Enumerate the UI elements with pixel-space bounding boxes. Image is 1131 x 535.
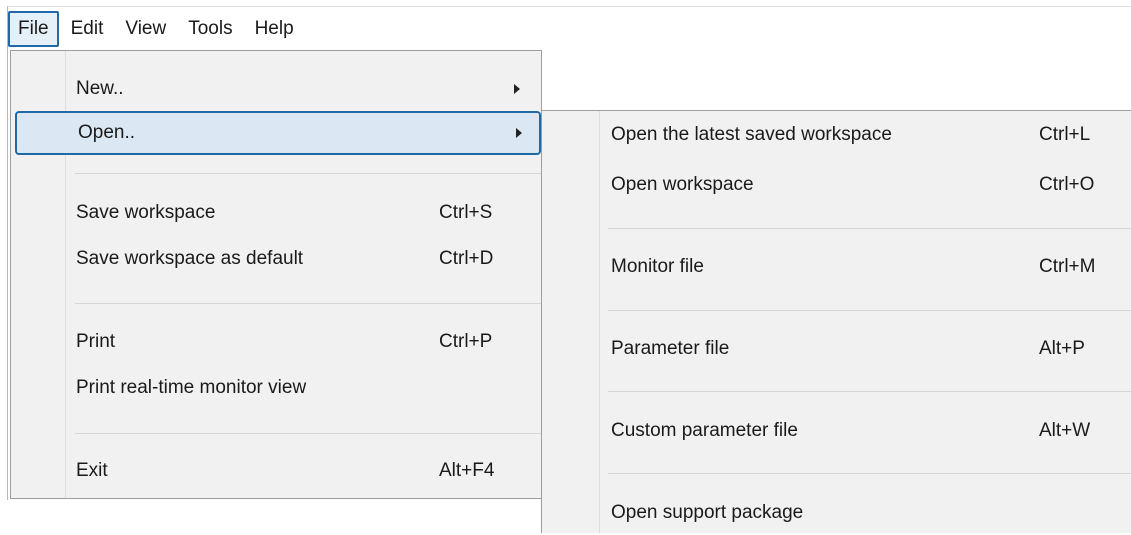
submenu-item-parameter-file[interactable]: Parameter file Alt+P bbox=[542, 327, 1131, 371]
application-window: File Edit View Tools Help New.. Open.. S… bbox=[0, 0, 1131, 533]
menu-item-exit-label: Exit bbox=[76, 460, 108, 481]
menu-view[interactable]: View bbox=[115, 11, 176, 47]
submenu-item-monitor-file[interactable]: Monitor file Ctrl+M bbox=[542, 245, 1131, 289]
submenu-item-open-latest-label: Open the latest saved workspace bbox=[611, 124, 892, 145]
menu-item-print-label: Print bbox=[76, 331, 116, 352]
submenu-separator bbox=[608, 391, 1131, 392]
window-left-border bbox=[7, 6, 8, 500]
shortcut-ctrl-o: Ctrl+O bbox=[1039, 174, 1095, 195]
submenu-item-open-support-package[interactable]: Open support package bbox=[542, 491, 1131, 535]
file-menu-dropdown: New.. Open.. Save workspace Ctrl+S Save … bbox=[10, 50, 542, 499]
shortcut-ctrl-d: Ctrl+D bbox=[439, 248, 494, 269]
menu-edit[interactable]: Edit bbox=[61, 11, 114, 47]
menu-separator bbox=[75, 303, 541, 304]
menu-item-print[interactable]: Print Ctrl+P bbox=[11, 320, 541, 364]
menu-item-new-label: New.. bbox=[76, 78, 124, 99]
menu-item-save-default[interactable]: Save workspace as default Ctrl+D bbox=[11, 237, 541, 281]
submenu-arrow-icon bbox=[514, 84, 520, 94]
submenu-item-parameter-file-label: Parameter file bbox=[611, 338, 730, 359]
menu-file[interactable]: File bbox=[8, 11, 59, 47]
submenu-separator bbox=[608, 310, 1131, 311]
submenu-item-open-workspace-label: Open workspace bbox=[611, 174, 754, 195]
shortcut-ctrl-s: Ctrl+S bbox=[439, 202, 493, 223]
submenu-separator bbox=[608, 228, 1131, 229]
submenu-item-open-workspace[interactable]: Open workspace Ctrl+O bbox=[542, 163, 1131, 207]
menu-item-print-monitor[interactable]: Print real-time monitor view bbox=[11, 366, 541, 410]
menu-item-print-monitor-label: Print real-time monitor view bbox=[76, 377, 307, 398]
shortcut-alt-w: Alt+W bbox=[1039, 420, 1091, 441]
submenu-item-monitor-file-label: Monitor file bbox=[611, 256, 704, 277]
shortcut-alt-p: Alt+P bbox=[1039, 338, 1085, 359]
shortcut-ctrl-p: Ctrl+P bbox=[439, 331, 493, 352]
submenu-item-custom-parameter-file[interactable]: Custom parameter file Alt+W bbox=[542, 409, 1131, 453]
submenu-item-open-latest[interactable]: Open the latest saved workspace Ctrl+L bbox=[542, 113, 1131, 157]
menu-tools[interactable]: Tools bbox=[178, 11, 242, 47]
shortcut-ctrl-m: Ctrl+M bbox=[1039, 256, 1096, 277]
shortcut-ctrl-l: Ctrl+L bbox=[1039, 124, 1091, 145]
menu-help[interactable]: Help bbox=[245, 11, 304, 47]
menu-item-save-default-label: Save workspace as default bbox=[76, 248, 304, 269]
menu-bar: File Edit View Tools Help bbox=[8, 10, 306, 48]
window-top-border bbox=[7, 6, 1131, 7]
menu-item-save-workspace-label: Save workspace bbox=[76, 202, 216, 223]
menu-item-exit[interactable]: Exit Alt+F4 bbox=[11, 449, 541, 493]
submenu-separator bbox=[608, 473, 1131, 474]
menu-item-new[interactable]: New.. bbox=[11, 67, 541, 111]
shortcut-alt-f4: Alt+F4 bbox=[439, 460, 495, 481]
submenu-item-open-support-package-label: Open support package bbox=[611, 502, 804, 523]
submenu-arrow-icon bbox=[516, 128, 522, 138]
menu-item-save-workspace[interactable]: Save workspace Ctrl+S bbox=[11, 191, 541, 235]
open-submenu: Open the latest saved workspace Ctrl+L O… bbox=[541, 110, 1131, 533]
menu-item-open-label: Open.. bbox=[78, 122, 136, 143]
menu-separator bbox=[75, 433, 541, 434]
menu-item-open[interactable]: Open.. bbox=[15, 111, 541, 155]
menu-separator bbox=[75, 173, 541, 174]
submenu-item-custom-parameter-file-label: Custom parameter file bbox=[611, 420, 798, 441]
